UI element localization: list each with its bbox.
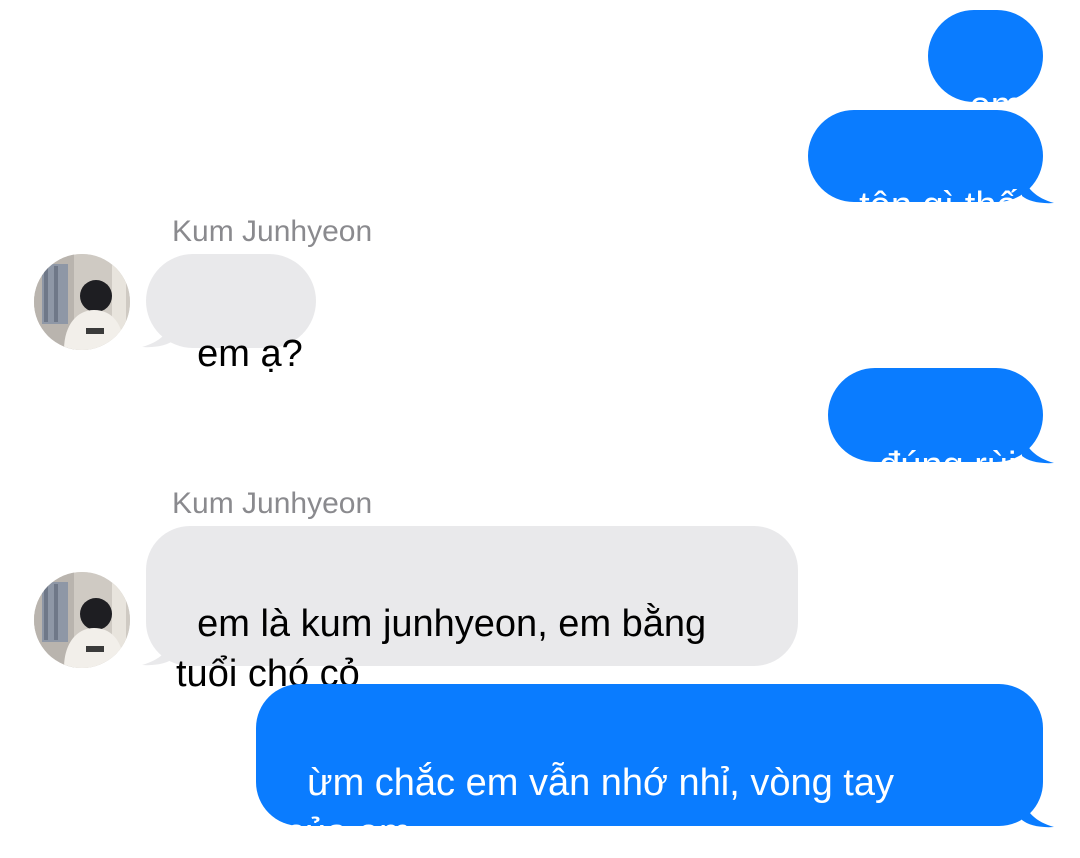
message-text: đúng rùi <box>879 445 1017 487</box>
profile-photo-icon <box>34 254 130 350</box>
received-message-bubble[interactable]: em là kum junhyeon, em bằng tuổi chó cỏ <box>146 526 798 695</box>
sent-message-bubble[interactable]: tên gì thế <box>808 110 1043 227</box>
message-text: em ạ? <box>197 333 303 375</box>
sent-message-bubble[interactable]: đúng rùi <box>828 368 1043 487</box>
sender-name: Kum Junhyeon <box>172 487 373 520</box>
profile-photo-icon <box>34 572 130 668</box>
avatar[interactable] <box>34 572 130 668</box>
message-text: em là kum junhyeon, em bằng tuổi chó cỏ <box>176 603 707 695</box>
message-text: tên gì thế <box>859 185 1018 227</box>
sent-message-bubble[interactable]: ừm chắc em vẫn nhớ nhỉ, vòng tay của em <box>256 684 1043 854</box>
sender-name: Kum Junhyeon <box>172 215 373 248</box>
bubble-tail <box>1022 434 1054 464</box>
message-text: ừm chắc em vẫn nhớ nhỉ, vòng tay của em <box>286 762 894 854</box>
bubble-tail <box>1022 798 1054 828</box>
avatar[interactable] <box>34 254 130 350</box>
sent-message-bubble[interactable]: em <box>928 10 1043 127</box>
bubble-tail <box>142 636 174 666</box>
bubble-tail <box>142 318 174 348</box>
bubble-tail <box>1022 174 1054 204</box>
